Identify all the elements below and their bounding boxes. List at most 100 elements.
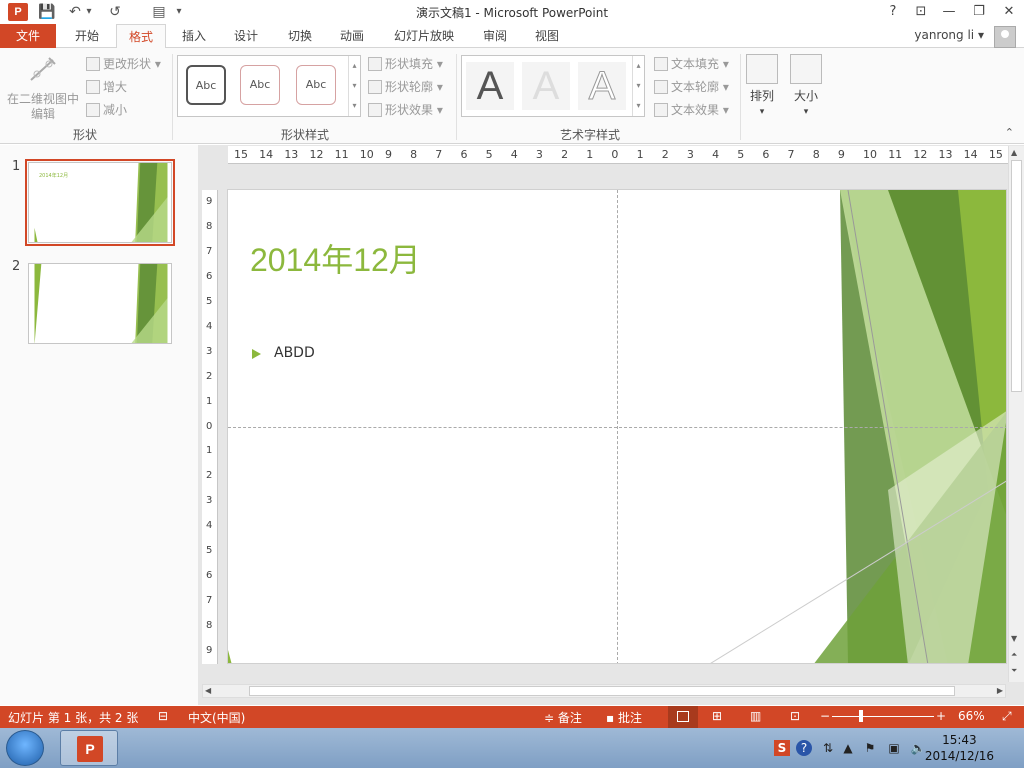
tab-view[interactable]: 视图 <box>526 24 568 49</box>
edit-shape-icon <box>30 57 56 81</box>
wordart-scroll[interactable]: ▴ ▾ ▾ <box>632 56 644 116</box>
arrange-button[interactable]: 排列 ▾ <box>742 54 782 120</box>
shape-outline-button[interactable]: 形状轮廓 ▾ <box>368 77 443 97</box>
horizontal-scroll-thumb[interactable] <box>249 686 955 696</box>
change-shape-button[interactable]: 更改形状 ▾ <box>86 54 161 74</box>
minimize-button[interactable]: — <box>936 2 962 22</box>
horizontal-scrollbar[interactable]: ◀ ▶ <box>202 684 1006 698</box>
maximize-button[interactable]: ❐ <box>966 2 992 22</box>
language-status[interactable]: 中文(中国) <box>188 709 245 726</box>
normal-view-button[interactable] <box>668 706 698 728</box>
tab-format[interactable]: 格式 <box>116 24 166 49</box>
arrange-label: 排列 <box>749 89 774 103</box>
slide-thumbnail-pane: 1 2014年12月 2 <box>0 145 198 705</box>
enlarge-button[interactable]: 增大 <box>86 77 127 97</box>
zoom-slider-knob[interactable] <box>859 710 863 722</box>
user-name: yanrong li <box>914 28 975 42</box>
reading-view-icon[interactable]: ▥ <box>750 709 761 723</box>
change-shape-label: 更改形状 <box>103 57 152 71</box>
scroll-left-icon[interactable]: ◀ <box>205 685 211 697</box>
slide-thumbnail-1[interactable]: 2014年12月 <box>25 159 175 246</box>
shrink-button[interactable]: 减小 <box>86 100 127 120</box>
scroll-right-icon[interactable]: ▶ <box>997 685 1003 697</box>
taskbar-clock[interactable]: 15:43 2014/12/16 <box>925 732 994 764</box>
shape-fill-button[interactable]: 形状填充 ▾ <box>368 54 443 74</box>
zoom-in-button[interactable]: + <box>936 709 946 723</box>
user-dropdown-icon: ▾ <box>977 28 984 42</box>
slide-sorter-icon[interactable]: ⊞ <box>712 709 722 723</box>
tray-overflow-icon[interactable]: ⇅ <box>820 740 836 756</box>
shrink-icon <box>86 103 100 117</box>
wordart-style-1[interactable]: A <box>466 62 514 110</box>
tab-home[interactable]: 开始 <box>64 24 110 49</box>
avatar[interactable] <box>994 26 1016 48</box>
tab-animations[interactable]: 动画 <box>330 24 374 49</box>
ruler-tick-label: 1 <box>206 395 213 407</box>
arrange-icon <box>746 54 778 84</box>
taskbar-powerpoint-button[interactable]: P <box>60 730 118 766</box>
horizontal-guide[interactable] <box>228 427 1006 428</box>
slide-canvas[interactable]: 2014年12月 ABDD <box>227 189 1007 664</box>
ruler-tick-label: 14 <box>963 148 978 161</box>
show-hidden-icons[interactable]: ▲ <box>840 740 856 756</box>
notes-button[interactable]: ≑ 备注 <box>544 709 582 726</box>
collapse-ribbon-icon[interactable]: ⌃ <box>1005 126 1014 139</box>
zoom-out-button[interactable]: − <box>820 709 830 723</box>
zoom-level[interactable]: 66% <box>958 709 985 723</box>
sogou-ime-icon[interactable]: S <box>774 740 790 756</box>
ruler-tick-label: 14 <box>259 148 274 161</box>
slide-thumbnail-2[interactable] <box>28 263 172 344</box>
help-button[interactable]: ? <box>880 2 906 22</box>
shape-style-2[interactable]: Abc <box>240 65 280 105</box>
vertical-scroll-thumb[interactable] <box>1011 160 1022 392</box>
gallery-scroll[interactable]: ▴ ▾ ▾ <box>348 56 360 116</box>
spelling-icon[interactable]: ⊟ <box>158 709 168 723</box>
text-fill-button[interactable]: 文本填充 ▾ <box>654 54 729 74</box>
tab-slideshow[interactable]: 幻灯片放映 <box>384 24 464 49</box>
ruler-tick-label: 7 <box>206 595 213 607</box>
powerpoint-taskbar-icon: P <box>77 736 103 762</box>
wordart-style-3[interactable]: A <box>578 62 626 110</box>
ruler-tick-label: 4 <box>206 320 213 332</box>
ruler-tick-label: 9 <box>837 148 845 161</box>
zoom-slider[interactable] <box>832 716 934 717</box>
slide-number-2: 2 <box>12 259 21 274</box>
text-outline-button[interactable]: 文本轮廓 ▾ <box>654 77 729 97</box>
ribbon: 在二维视图中编辑 更改形状 ▾ 增大 减小 形状 Abc Abc Abc ▴ ▾ ▾… <box>0 48 1024 144</box>
volume-icon[interactable]: 🔈 <box>910 740 926 756</box>
fit-to-window-icon[interactable]: ⤢ <box>1002 709 1012 724</box>
ribbon-display-button[interactable]: ⊡ <box>908 2 934 22</box>
help-tray-icon[interactable]: ? <box>796 740 812 756</box>
shape-style-3[interactable]: Abc <box>296 65 336 105</box>
shape-outline-label: 形状轮廓 <box>385 80 434 94</box>
size-button[interactable]: 大小 ▾ <box>786 54 826 120</box>
shape-style-1[interactable]: Abc <box>186 65 226 105</box>
user-account[interactable]: yanrong li ▾ <box>914 28 984 42</box>
slideshow-view-icon[interactable]: ⊡ <box>790 709 800 723</box>
ruler-tick-label: 2 <box>661 148 669 161</box>
paint-bucket-icon <box>368 57 382 71</box>
prev-slide-icon[interactable]: ⏶ <box>1011 650 1017 660</box>
tab-file[interactable]: 文件 <box>0 24 56 48</box>
next-slide-icon[interactable]: ⏷ <box>1011 666 1017 676</box>
action-center-flag-icon[interactable]: ⚑ <box>862 740 878 756</box>
slide-title[interactable]: 2014年12月 <box>250 235 421 281</box>
tab-design[interactable]: 设计 <box>224 24 268 49</box>
scroll-down-icon[interactable]: ▼ <box>1011 634 1017 643</box>
ruler-tick-label: 4 <box>712 148 720 161</box>
tab-review[interactable]: 审阅 <box>474 24 516 49</box>
network-icon[interactable]: ▣ <box>886 740 902 756</box>
edit-in-2d-button[interactable]: 在二维视图中编辑 <box>4 54 82 122</box>
close-button[interactable]: ✕ <box>996 2 1022 22</box>
text-effects-button[interactable]: 文本效果 ▾ <box>654 100 729 120</box>
comments-button[interactable]: ▪ 批注 <box>606 709 642 726</box>
ruler-tick-label: 6 <box>206 270 213 282</box>
windows-start-button[interactable] <box>6 730 44 766</box>
tab-insert[interactable]: 插入 <box>172 24 216 49</box>
shape-effects-button[interactable]: 形状效果 ▾ <box>368 100 443 120</box>
vertical-scrollbar[interactable]: ▲ ▼ ⏶ ⏷ <box>1008 146 1024 682</box>
wordart-style-2[interactable]: A <box>522 62 570 110</box>
tab-transitions[interactable]: 切换 <box>278 24 322 49</box>
slide-bullet-text[interactable]: ABDD <box>274 345 315 361</box>
scroll-up-icon[interactable]: ▲ <box>1011 148 1017 157</box>
